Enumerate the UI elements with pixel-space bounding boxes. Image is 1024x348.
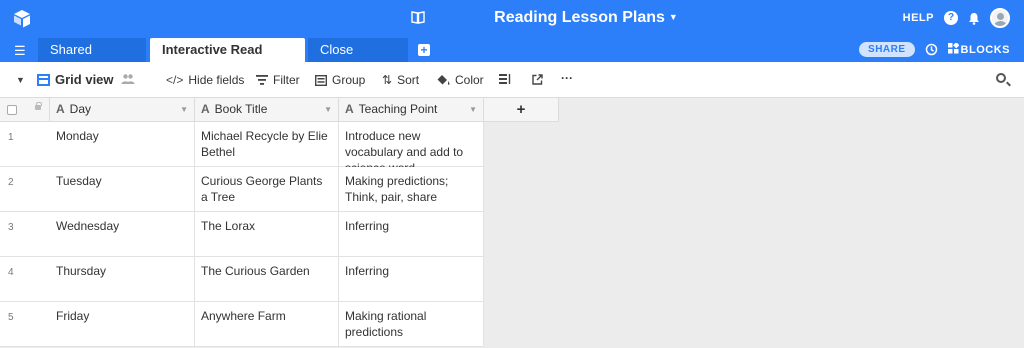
view-toolbar: ▼ Grid view </> Hide fields Filter Group… [0,62,1024,98]
collaborators-icon[interactable] [121,73,135,85]
chevron-down-icon[interactable]: ▼ [324,98,332,121]
hide-fields-icon: </> [166,73,184,87]
filter-icon [256,75,268,85]
hamburger-menu-icon[interactable]: ☰ [14,43,26,59]
row-number: 1 [8,132,14,143]
table-row[interactable]: 1 Monday Michael Recycle by Elie Bethel … [0,122,484,167]
row-number: 4 [8,267,14,278]
chevron-down-icon[interactable]: ▼ [180,98,188,121]
tab-close-reading[interactable]: Close Reading [308,38,408,81]
share-button[interactable]: SHARE [859,42,915,57]
help-icon[interactable]: ? [944,11,958,25]
history-icon[interactable] [925,43,938,56]
tab-shared-reading[interactable]: Shared Reading [38,38,146,81]
group-icon [315,74,327,86]
add-field-button[interactable]: + [484,98,559,122]
text-field-icon: A [201,102,210,116]
user-avatar[interactable] [990,8,1010,28]
bell-icon[interactable] [968,12,980,25]
group-button[interactable]: Group [315,73,365,87]
filter-button[interactable]: Filter [256,73,300,87]
table-row[interactable]: 3 Wednesday The Lorax Inferring [0,212,484,257]
sort-label: Sort [397,73,420,87]
cell-teaching-point[interactable]: Making rational predictions [339,302,484,347]
cell-day[interactable]: Tuesday [50,167,195,212]
row-header-corner [0,98,50,122]
top-right-controls: HELP ? [903,8,1010,28]
cell-day[interactable]: Monday [50,122,195,167]
chevron-down-icon[interactable]: ▼ [469,98,477,121]
hide-fields-button[interactable]: </> Hide fields [166,73,244,87]
sort-icon: ⇅ [382,73,393,87]
blocks-button[interactable]: BLOCKS [947,42,1010,56]
filter-label: Filter [273,73,300,87]
cell-teaching-point[interactable]: Inferring [339,257,484,302]
add-table-icon[interactable]: + [418,44,430,56]
book-icon [411,11,425,24]
table-tab-bar: ☰ Shared Reading Interactive Read Aloud▼… [0,38,1024,81]
text-field-icon: A [56,102,65,116]
views-sidebar-toggle-icon[interactable]: ▼ [16,75,25,85]
table-row[interactable]: 5 Friday Anywhere Farm Making rational p… [0,302,484,347]
text-field-icon: A [345,102,354,116]
column-label: Teaching Point [358,102,438,116]
cell-book-title[interactable]: The Lorax [195,212,339,257]
row-number: 5 [8,312,14,323]
lock-icon [35,102,42,110]
hide-fields-label: Hide fields [188,73,245,87]
cell-day[interactable]: Friday [50,302,195,347]
cell-teaching-point[interactable]: Inferring [339,212,484,257]
top-bar: Reading Lesson Plans ▼ HELP ? [0,0,1024,38]
group-label: Group [332,73,366,87]
column-label: Day [69,102,92,116]
column-label: Book Title [214,102,268,116]
cell-day[interactable]: Wednesday [50,212,195,257]
paint-bucket-icon [437,75,450,85]
blocks-icon [947,42,959,54]
grid-view-icon [37,73,50,86]
color-label: Color [455,73,484,87]
more-options-icon[interactable]: ··· [561,71,573,85]
blocks-label: BLOCKS [960,44,1010,56]
row-height-icon[interactable] [499,74,511,85]
help-link[interactable]: HELP [903,12,934,24]
cell-book-title[interactable]: Curious George Plants a Tree [195,167,339,212]
base-title[interactable]: Reading Lesson Plans ▼ [0,9,1024,27]
search-icon[interactable] [996,73,1006,83]
table-row[interactable]: 2 Tuesday Curious George Plants a Tree M… [0,167,484,212]
cell-book-title[interactable]: Michael Recycle by Elie Bethel [195,122,339,167]
column-header-day[interactable]: A Day ▼ [50,98,195,122]
view-name: Grid view [55,72,114,87]
row-number: 2 [8,177,14,188]
cell-teaching-point[interactable]: Introduce new vocabulary and add to scie… [339,122,484,167]
cell-day[interactable]: Thursday [50,257,195,302]
chevron-down-icon: ▼ [668,12,678,22]
column-header-book-title[interactable]: A Book Title ▼ [195,98,339,122]
cell-teaching-point[interactable]: Making predictions; Think, pair, share [339,167,484,212]
column-header-teaching-point[interactable]: A Teaching Point ▼ [339,98,484,122]
cell-book-title[interactable]: Anywhere Farm [195,302,339,347]
view-switcher[interactable]: Grid view [37,72,114,87]
table-row[interactable]: 4 Thursday The Curious Garden Inferring [0,257,484,302]
select-all-checkbox[interactable] [7,105,17,115]
color-button[interactable]: Color [437,73,484,87]
cell-book-title[interactable]: The Curious Garden [195,257,339,302]
base-title-text: Reading Lesson Plans [494,9,665,26]
sort-button[interactable]: ⇅ Sort [382,73,419,87]
tab-interactive-read-aloud[interactable]: Interactive Read Aloud▼ [150,38,305,81]
tabbar-right-controls: SHARE BLOCKS [859,42,1010,57]
row-number: 3 [8,222,14,233]
share-view-icon[interactable] [532,74,543,85]
